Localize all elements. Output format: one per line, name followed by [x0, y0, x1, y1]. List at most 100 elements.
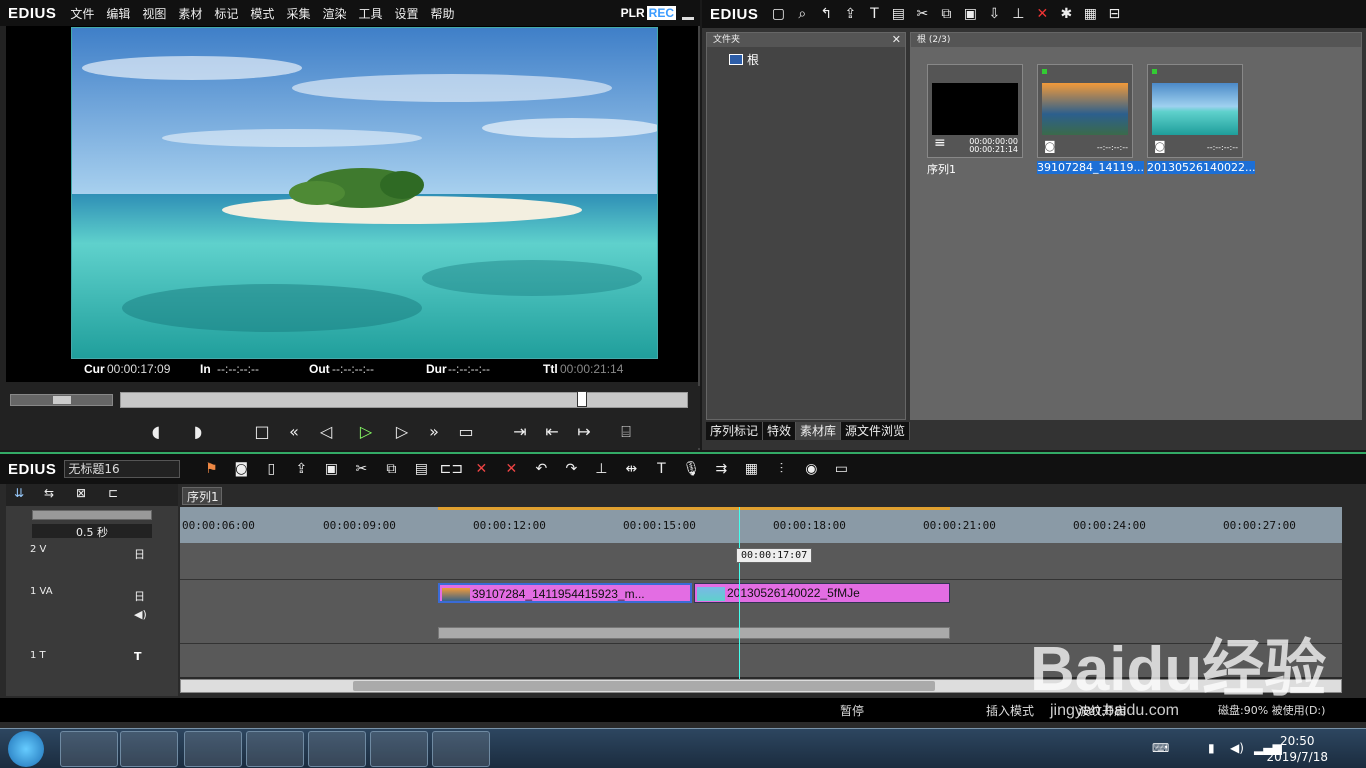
delete-icon[interactable]: ✕: [1031, 4, 1053, 24]
add-to-player-icon[interactable]: ⇩: [983, 4, 1005, 24]
tab-source-browser[interactable]: 源文件浏览: [841, 422, 911, 440]
taskbar-browser-icon[interactable]: [308, 731, 366, 767]
color-bar-icon[interactable]: ▤: [887, 4, 909, 24]
scroll-thumb[interactable]: [353, 681, 935, 691]
taskbar-explorer-icon[interactable]: [120, 731, 178, 767]
new-sequence-icon[interactable]: ⚑: [196, 459, 226, 479]
zoom-level[interactable]: 0.5 秒: [32, 524, 152, 539]
menu-capture[interactable]: 采集: [280, 5, 316, 22]
audio-icon[interactable]: ◀): [134, 608, 147, 621]
taskbar-media-icon[interactable]: [60, 731, 118, 767]
minimize-icon[interactable]: [682, 16, 694, 20]
taskbar-edius-active-icon[interactable]: [432, 731, 490, 767]
layout-icon[interactable]: ▭: [826, 459, 856, 479]
timeline-clip-2[interactable]: 20130526140022_5fMJe: [694, 583, 950, 603]
audio-clip[interactable]: [438, 627, 950, 639]
taskbar-edius-icon[interactable]: [246, 731, 304, 767]
clip-thumbnail-sequence[interactable]: ≡ 00:00:00:00 00:00:21:14: [927, 64, 1023, 158]
mixer-icon[interactable]: ⫶: [766, 459, 796, 479]
bin-menu-icon[interactable]: ⊟: [1103, 4, 1125, 24]
render-icon[interactable]: ⇉: [706, 459, 736, 479]
rewind-button[interactable]: «: [284, 422, 304, 442]
search-icon[interactable]: ⌕: [791, 4, 813, 24]
ripple-delete-icon[interactable]: ✕: [496, 459, 526, 479]
view-mode-icon[interactable]: ▦: [1079, 4, 1101, 24]
snap-icon[interactable]: ⊏: [108, 486, 118, 500]
position-bar[interactable]: [120, 391, 688, 408]
shuttle-slider[interactable]: [10, 394, 113, 406]
ripple-icon[interactable]: ⇆: [44, 486, 54, 500]
volume-icon[interactable]: ◀): [1230, 741, 1244, 755]
cut-icon[interactable]: ✂: [346, 459, 376, 479]
title-track-icon[interactable]: T: [134, 650, 142, 663]
root-folder-item[interactable]: 根: [729, 51, 759, 68]
menu-edit[interactable]: 编辑: [100, 5, 136, 22]
step-back-button[interactable]: ◁: [316, 422, 336, 442]
sync-lock-icon[interactable]: ⇊: [14, 486, 24, 500]
menu-marker[interactable]: 标记: [208, 5, 244, 22]
snapshot-icon[interactable]: ◙: [226, 459, 256, 479]
add-cut-icon[interactable]: ⊥: [586, 459, 616, 479]
transition-icon[interactable]: ⇹: [616, 459, 646, 479]
taskbar-firefox-icon[interactable]: [184, 731, 242, 767]
video-toggle-icon[interactable]: 日: [134, 588, 145, 604]
close-icon[interactable]: ✕: [892, 33, 901, 47]
tab-bin[interactable]: 素材库: [796, 422, 842, 440]
add-to-timeline-icon[interactable]: ⊥: [1007, 4, 1029, 24]
status-insert-mode[interactable]: 插入模式: [986, 702, 1034, 719]
new-project-icon[interactable]: ▯: [256, 459, 286, 479]
stop-button[interactable]: □: [252, 422, 272, 442]
color-icon[interactable]: ◉: [796, 459, 826, 479]
overwrite-button[interactable]: ⇤: [542, 422, 562, 442]
start-button[interactable]: [8, 731, 44, 767]
time-ruler[interactable]: 00:00:06:00 00:00:09:00 00:00:12:00 00:0…: [180, 507, 1342, 543]
position-knob[interactable]: [576, 391, 587, 407]
undo-icon[interactable]: ↶: [526, 459, 556, 479]
paste-icon[interactable]: ▣: [959, 4, 981, 24]
set-out-button[interactable]: ◗: [188, 422, 208, 442]
system-clock[interactable]: 20:50 2019/7/18: [1266, 733, 1328, 765]
replace-button[interactable]: ↦: [574, 422, 594, 442]
menu-tools[interactable]: 工具: [352, 5, 388, 22]
grid-icon[interactable]: ▦: [736, 459, 766, 479]
shuttle-thumb[interactable]: [53, 396, 71, 404]
playhead[interactable]: [739, 507, 740, 679]
video-toggle-icon[interactable]: 日: [134, 546, 145, 562]
plr-toggle[interactable]: PLR: [621, 6, 645, 20]
menu-help[interactable]: 帮助: [425, 5, 461, 22]
up-folder-icon[interactable]: ↰: [815, 4, 837, 24]
sync-button[interactable]: ⌸: [616, 422, 636, 442]
loop-button[interactable]: ▭: [456, 422, 476, 442]
fast-forward-button[interactable]: »: [424, 422, 444, 442]
copy-icon[interactable]: ⧉: [376, 459, 406, 479]
menu-render[interactable]: 渲染: [316, 5, 352, 22]
menu-file[interactable]: 文件: [64, 5, 100, 22]
title-icon[interactable]: T: [863, 4, 885, 24]
delete-icon[interactable]: ✕: [466, 459, 496, 479]
insert-to-timeline-button[interactable]: ⇥: [510, 422, 530, 442]
folder-icon[interactable]: ▢: [767, 4, 789, 24]
clip-thumbnail-sunset[interactable]: ◙ --:--:--:--: [1037, 64, 1133, 158]
copy-icon[interactable]: ⧉: [935, 4, 957, 24]
zoom-slider[interactable]: [32, 510, 152, 520]
sequence-tab[interactable]: 序列1: [182, 487, 222, 505]
voiceover-icon[interactable]: 🎙: [676, 459, 706, 479]
paste-icon[interactable]: ▤: [406, 459, 436, 479]
tab-sequence-marker[interactable]: 序列标记: [706, 422, 764, 440]
tab-effects[interactable]: 特效: [763, 422, 797, 440]
import-icon[interactable]: ⇪: [839, 4, 861, 24]
save-icon[interactable]: ▣: [316, 459, 346, 479]
replace-icon[interactable]: ⊏⊐: [436, 459, 466, 479]
properties-icon[interactable]: ✱: [1055, 4, 1077, 24]
step-forward-button[interactable]: ▷: [392, 422, 412, 442]
timeline-clip-1[interactable]: 39107284_1411954415923_m...: [438, 583, 692, 603]
keyboard-icon[interactable]: ⌨: [1152, 741, 1169, 755]
menu-clip[interactable]: 素材: [172, 5, 208, 22]
redo-icon[interactable]: ↷: [556, 459, 586, 479]
menu-mode[interactable]: 模式: [244, 5, 280, 22]
rec-toggle[interactable]: REC: [646, 6, 676, 20]
play-button[interactable]: ▷: [356, 422, 376, 442]
taskbar-notes-icon[interactable]: [370, 731, 428, 767]
menu-settings[interactable]: 设置: [388, 5, 424, 22]
clip-thumbnail-island[interactable]: ◙ --:--:--:--: [1147, 64, 1243, 158]
